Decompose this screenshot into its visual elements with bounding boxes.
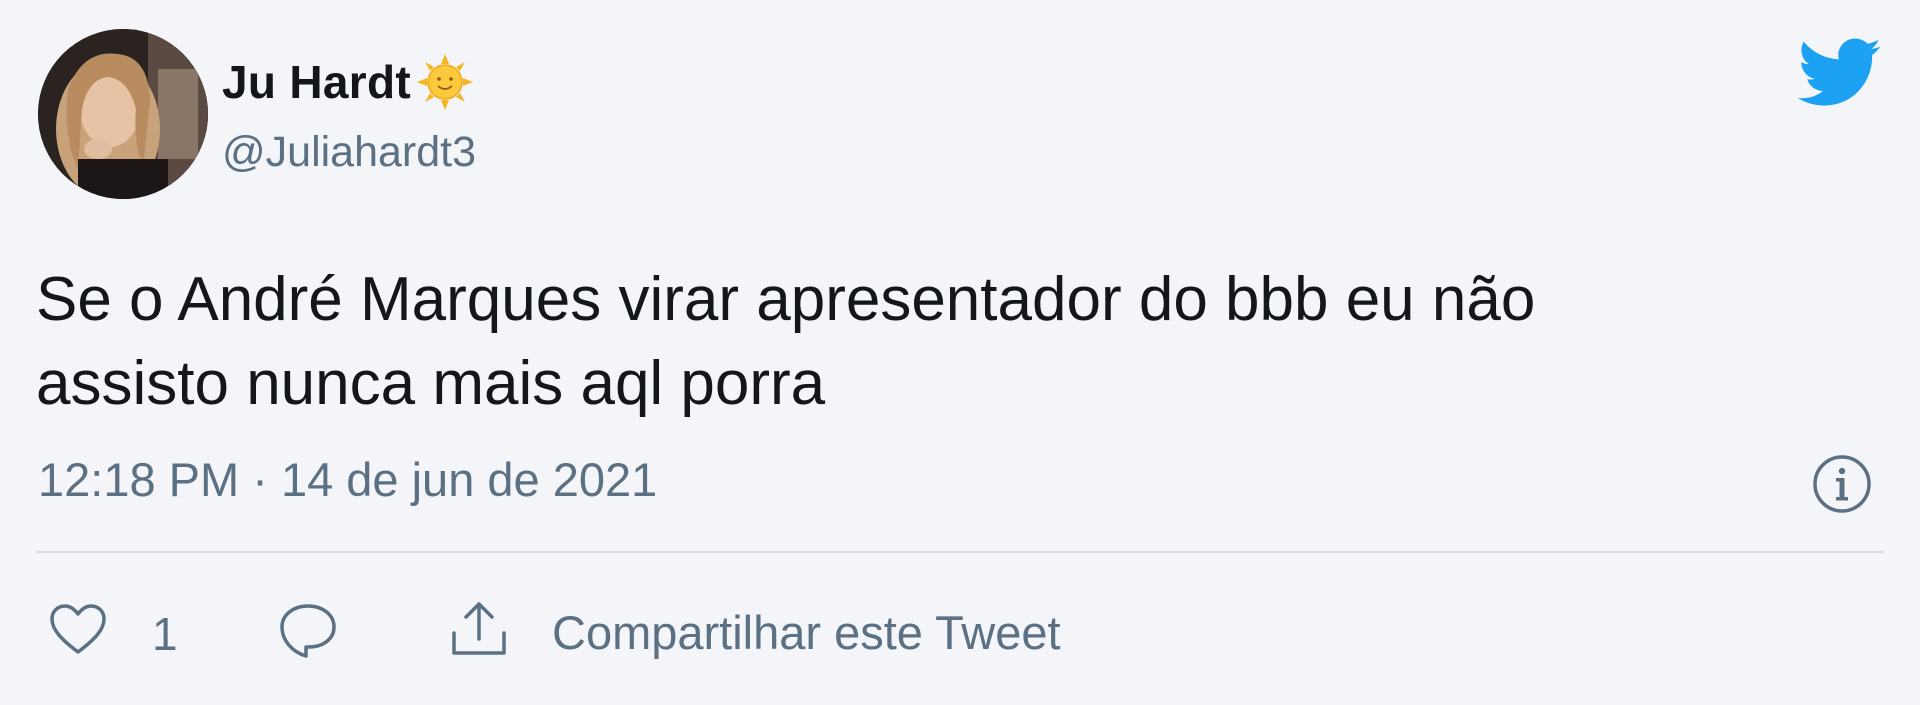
author-name-row[interactable]: Ju Hardt: [222, 50, 475, 114]
share-button[interactable]: [448, 595, 510, 665]
tweet-text-line: assisto nunca mais aql porra: [36, 349, 826, 418]
speech-bubble-icon: [280, 604, 336, 658]
tweet-timestamp[interactable]: 12:18 PM · 14 de jun de 2021: [38, 452, 657, 507]
like-button[interactable]: [48, 595, 108, 665]
tweet-text: Se o André Marques virar apresentador do…: [36, 258, 1856, 426]
avatar-photo: [38, 29, 208, 199]
author-handle[interactable]: @Juliahardt3: [222, 128, 476, 177]
divider: [36, 551, 1884, 553]
avatar[interactable]: [38, 29, 208, 199]
sun-with-face-emoji-icon: [416, 54, 473, 110]
author-display-name[interactable]: Ju Hardt: [222, 55, 411, 109]
tweet-text-line: Se o André Marques virar apresentador do…: [36, 265, 1536, 334]
reply-button[interactable]: [276, 595, 340, 665]
tweet-card: Ju Hardt @Juliahardt3 Se o André Marques…: [0, 0, 1920, 705]
like-count: 1: [152, 608, 178, 660]
twitter-bird-icon[interactable]: [1798, 38, 1882, 108]
share-tweet-label[interactable]: Compartilhar este Tweet: [552, 605, 1061, 660]
info-icon[interactable]: [1810, 452, 1874, 516]
heart-icon: [50, 604, 106, 654]
share-upload-icon: [452, 602, 506, 655]
